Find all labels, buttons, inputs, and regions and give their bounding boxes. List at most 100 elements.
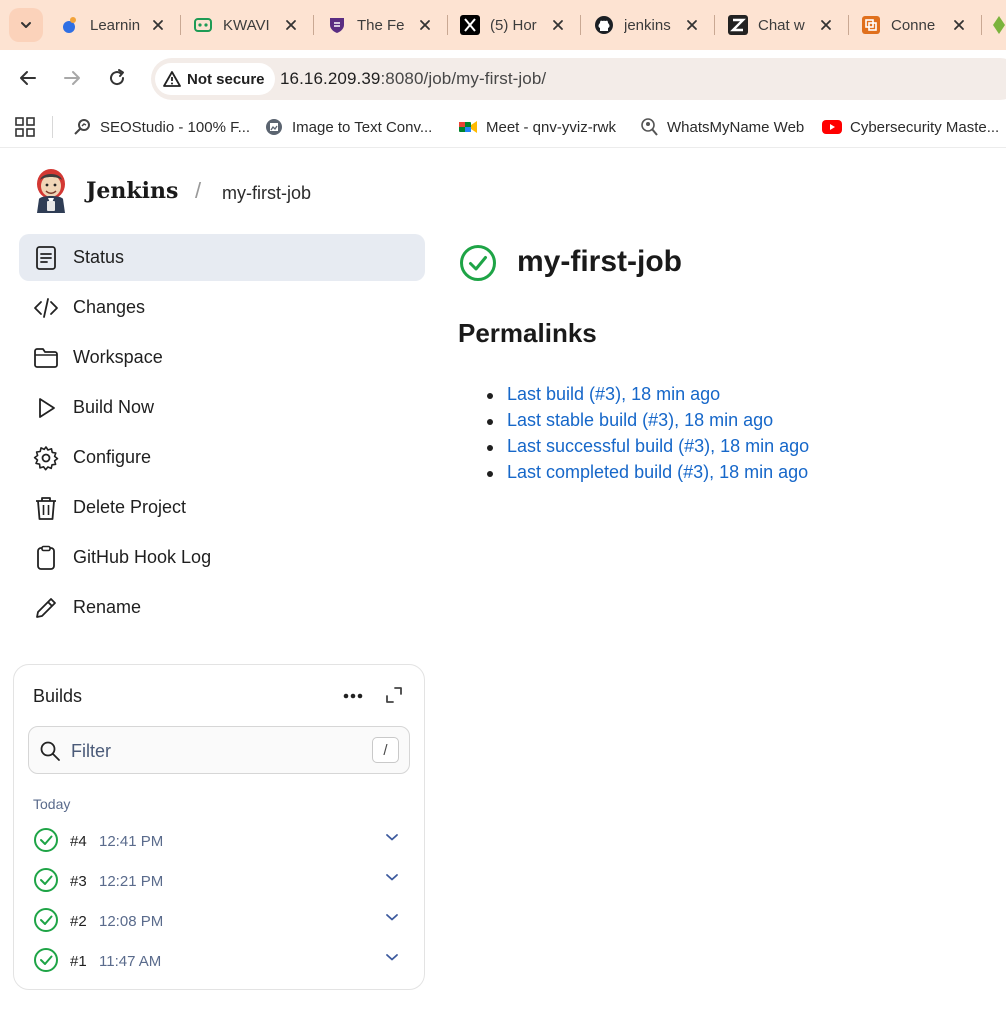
build-time[interactable]: 12:41 PM [99, 833, 163, 850]
tab-title: jenkins [624, 16, 671, 34]
jenkins-brand[interactable]: Jenkins [86, 178, 178, 204]
build-time[interactable]: 12:21 PM [99, 873, 163, 890]
forward-button[interactable] [58, 64, 86, 92]
bookmark-divider [52, 116, 53, 138]
bookmark-item[interactable]: Image to Text Conv... [264, 114, 432, 140]
build-row[interactable]: #1 11:47 AM [33, 947, 413, 977]
apps-grid-icon[interactable] [14, 116, 36, 143]
close-icon[interactable] [682, 15, 702, 35]
browser-tab[interactable]: The Fe [327, 8, 435, 42]
bookmark-label: Cybersecurity Maste... [850, 118, 1000, 136]
partial-tab-icon[interactable] [992, 15, 1006, 40]
chevron-down-icon[interactable] [382, 947, 402, 967]
build-number[interactable]: #1 [70, 953, 87, 970]
sidebar-item-build-now[interactable]: Build Now [19, 384, 425, 431]
breadcrumb-separator: / [195, 178, 202, 203]
more-options-button[interactable] [340, 684, 366, 708]
build-number[interactable]: #4 [70, 833, 87, 850]
learning-app-icon [60, 15, 80, 35]
connect-app-icon [861, 15, 881, 35]
reload-button[interactable] [103, 64, 131, 92]
bookmark-label: SEOStudio - 100% F... [100, 118, 251, 136]
sidebar-item-changes[interactable]: Changes [19, 284, 425, 331]
breadcrumb-job[interactable]: my-first-job [222, 183, 311, 204]
jenkins-header: Jenkins / my-first-job [0, 150, 1006, 230]
security-indicator[interactable]: Not secure [155, 63, 275, 95]
tab-title: The Fe [357, 16, 405, 34]
back-button[interactable] [14, 64, 42, 92]
build-row[interactable]: #2 12:08 PM [33, 907, 413, 937]
build-time[interactable]: 11:47 AM [99, 953, 161, 970]
expand-button[interactable] [384, 685, 404, 705]
tab-title: Learnin [90, 16, 141, 34]
tab-title: Chat w [758, 16, 805, 34]
chevron-down-icon[interactable] [382, 867, 402, 887]
close-icon[interactable] [949, 15, 969, 35]
url-path: :8080/job/my-first-job/ [380, 69, 547, 88]
permalink-last-completed-build[interactable]: Last completed build (#3), 18 min ago [507, 462, 808, 482]
close-icon[interactable] [816, 15, 836, 35]
whatsmyname-icon [641, 118, 658, 136]
close-icon[interactable] [548, 15, 568, 35]
bookmark-label: WhatsMyName Web [667, 118, 805, 136]
sidebar-item-rename[interactable]: Rename [19, 584, 425, 631]
bookmark-item[interactable]: Meet - qnv-yviz-rwk [458, 114, 616, 140]
close-icon[interactable] [415, 15, 435, 35]
bookmark-item[interactable]: Cybersecurity Maste... [822, 114, 999, 140]
code-icon [34, 298, 58, 318]
sidebar-item-label: Build Now [73, 397, 155, 417]
browser-tab[interactable]: (5) Hor [460, 8, 568, 42]
tab-divider [180, 15, 181, 35]
chevron-down-icon[interactable] [382, 827, 402, 847]
sidebar-item-status[interactable]: Status [19, 234, 425, 281]
sidebar-item-label: GitHub Hook Log [73, 547, 212, 567]
browser-tab[interactable]: Learnin [60, 8, 168, 42]
list-item: Last successful build (#3), 18 min ago [486, 436, 809, 462]
browser-tab[interactable]: KWAVI [193, 8, 301, 42]
tab-divider [580, 15, 581, 35]
build-day-label: Today [33, 796, 71, 812]
address-bar[interactable]: Not secure 16.16.209.39:8080/job/my-firs… [151, 58, 1006, 100]
url-text[interactable]: 16.16.209.39:8080/job/my-first-job/ [280, 69, 546, 89]
success-check-icon [34, 948, 58, 972]
build-history-card: Builds / Today #4 12:41 PM #3 12:21 PM #… [13, 664, 425, 990]
permalink-last-build[interactable]: Last build (#3), 18 min ago [507, 384, 720, 404]
build-row[interactable]: #4 12:41 PM [33, 827, 413, 857]
github-icon [594, 15, 614, 35]
sidebar-item-label: Rename [73, 597, 142, 617]
close-icon[interactable] [281, 15, 301, 35]
build-number[interactable]: #2 [70, 913, 87, 930]
build-row[interactable]: #3 12:21 PM [33, 867, 413, 897]
permalink-last-successful-build[interactable]: Last successful build (#3), 18 min ago [507, 436, 809, 456]
sidebar-item-workspace[interactable]: Workspace [19, 334, 425, 381]
clipboard-icon [37, 545, 55, 570]
sidebar-item-label: Delete Project [73, 497, 187, 517]
browser-tab[interactable]: Chat w [728, 8, 836, 42]
permalinks-list: Last build (#3), 18 min ago Last stable … [486, 384, 809, 488]
build-filter-input[interactable] [71, 739, 351, 763]
sidebar-item-configure[interactable]: Configure [19, 434, 425, 481]
tab-search-button[interactable] [9, 8, 43, 42]
chevron-down-icon[interactable] [382, 907, 402, 927]
build-number[interactable]: #3 [70, 873, 87, 890]
build-time[interactable]: 12:08 PM [99, 913, 163, 930]
close-icon[interactable] [148, 15, 168, 35]
list-item: Last stable build (#3), 18 min ago [486, 410, 809, 436]
expand-icon [386, 687, 402, 703]
bookmark-item[interactable]: SEOStudio - 100% F... [72, 114, 250, 140]
kwavi-icon [193, 15, 213, 35]
folder-icon [34, 348, 58, 368]
jenkins-logo-icon[interactable] [33, 167, 69, 215]
browser-tab[interactable]: jenkins [594, 8, 702, 42]
google-meet-icon [459, 121, 477, 133]
browser-toolbar: Not secure 16.16.209.39:8080/job/my-firs… [0, 50, 1006, 106]
search-icon [40, 741, 60, 761]
sidebar-item-delete-project[interactable]: Delete Project [19, 484, 425, 531]
sidebar-item-github-hook-log[interactable]: GitHub Hook Log [19, 534, 425, 581]
tab-divider [848, 15, 849, 35]
permalink-last-stable-build[interactable]: Last stable build (#3), 18 min ago [507, 410, 773, 430]
bookmark-item[interactable]: WhatsMyName Web [639, 114, 804, 140]
browser-tab[interactable]: Conne [861, 8, 969, 42]
success-check-icon [34, 828, 58, 852]
bookmark-label: Image to Text Conv... [292, 118, 433, 136]
